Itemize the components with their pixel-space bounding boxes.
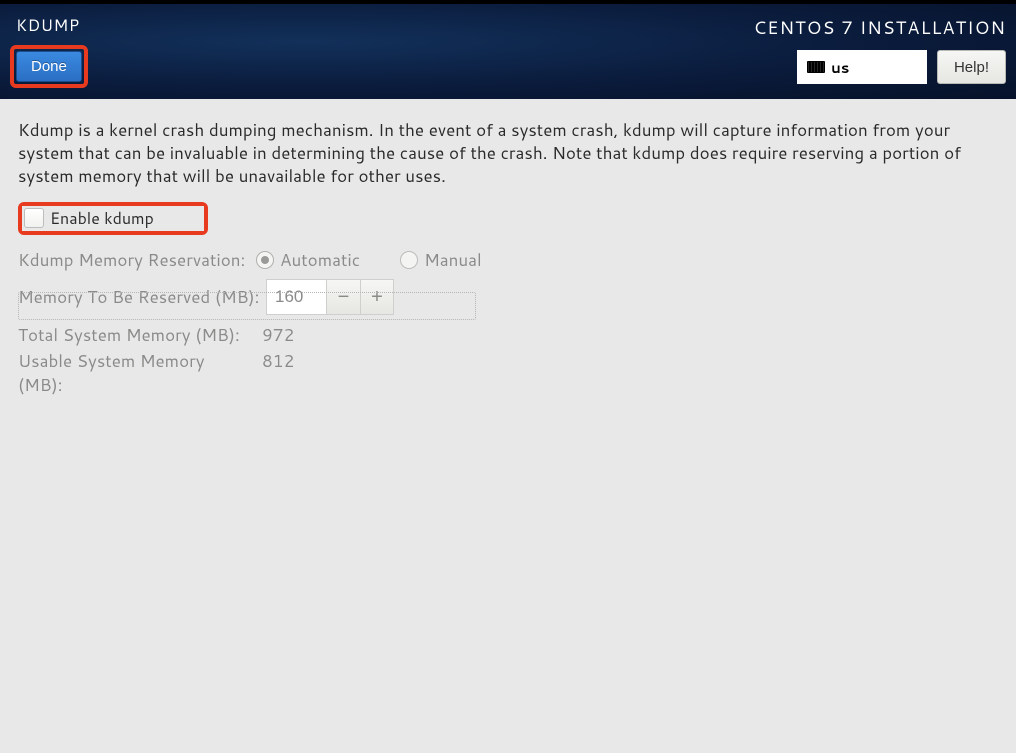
radio-automatic[interactable] — [256, 251, 274, 269]
installation-title: CENTOS 7 INSTALLATION — [753, 14, 1006, 40]
header-left: KDUMP Done — [14, 14, 88, 89]
reservation-label: Kdump Memory Reservation: — [18, 248, 250, 272]
kdump-settings: Kdump Memory Reservation: Automatic Manu… — [18, 245, 998, 397]
header-controls: us Help! — [797, 50, 1006, 84]
help-button[interactable]: Help! — [937, 50, 1006, 84]
reservation-radio-group: Automatic Manual — [256, 248, 482, 272]
enable-kdump-label: Enable kdump — [50, 207, 154, 230]
total-memory-label: Total System Memory (MB): — [18, 323, 250, 349]
keyboard-layout-selector[interactable]: us — [797, 50, 927, 84]
radio-automatic-label: Automatic — [280, 248, 360, 272]
total-memory-value: 972 — [262, 323, 294, 349]
done-button[interactable]: Done — [16, 51, 82, 82]
total-memory-row: Total System Memory (MB): 972 — [18, 323, 998, 349]
enable-highlight-box: Enable kdump — [18, 202, 208, 235]
usable-memory-row: Usable System Memory (MB): 812 — [18, 349, 998, 397]
radio-manual-label: Manual — [424, 248, 482, 272]
enable-kdump-checkbox[interactable] — [24, 208, 44, 228]
header-right: CENTOS 7 INSTALLATION us Help! — [753, 14, 1006, 89]
page-title: KDUMP — [16, 14, 88, 37]
enable-focus-outline — [18, 292, 476, 320]
done-highlight-box: Done — [10, 45, 88, 88]
header-bar: KDUMP Done CENTOS 7 INSTALLATION us Help… — [0, 4, 1016, 99]
keyboard-layout-label: us — [831, 57, 849, 78]
enable-kdump-row: Enable kdump — [22, 206, 204, 231]
keyboard-icon — [807, 61, 825, 73]
reservation-row: Kdump Memory Reservation: Automatic Manu… — [18, 245, 998, 275]
kdump-description: Kdump is a kernel crash dumping mechanis… — [18, 119, 998, 188]
radio-manual[interactable] — [400, 251, 418, 269]
usable-memory-label: Usable System Memory (MB): — [18, 349, 250, 397]
reservation-automatic-option[interactable]: Automatic — [256, 248, 360, 272]
usable-memory-value: 812 — [262, 349, 294, 397]
reservation-manual-option[interactable]: Manual — [400, 248, 482, 272]
content-area: Kdump is a kernel crash dumping mechanis… — [0, 99, 1016, 417]
